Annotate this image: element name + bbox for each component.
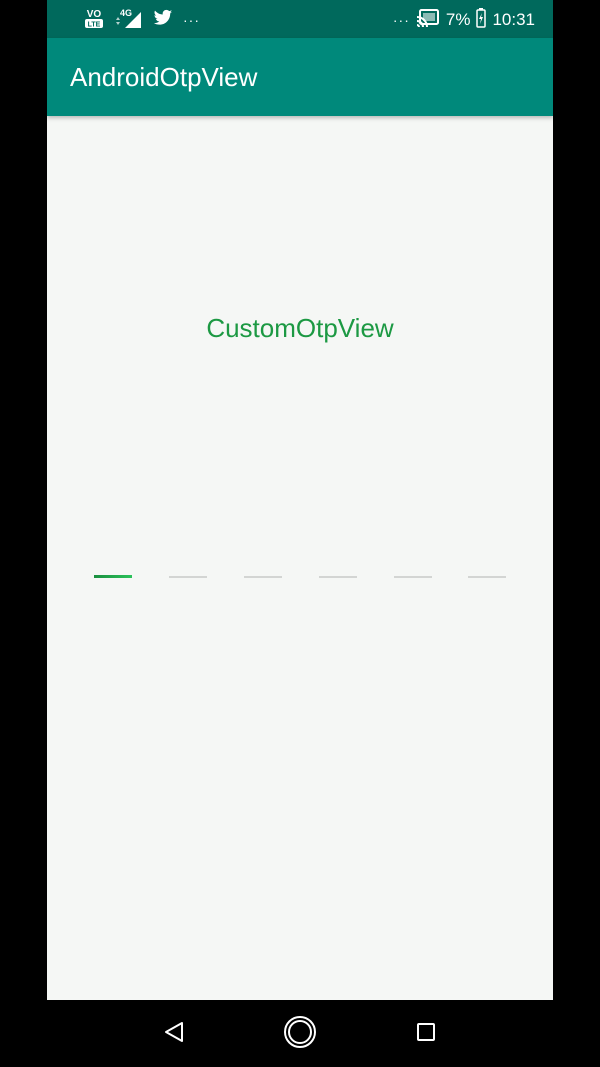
back-icon xyxy=(162,1020,186,1049)
twitter-icon xyxy=(153,9,173,32)
otp-input-row[interactable] xyxy=(94,564,506,592)
otp-digit-3[interactable] xyxy=(244,564,282,592)
otp-underline-4 xyxy=(319,576,357,578)
otp-underline-2 xyxy=(169,576,207,578)
svg-text:4G: 4G xyxy=(120,8,132,18)
home-icon xyxy=(282,1014,318,1055)
svg-text:LTE: LTE xyxy=(88,21,101,28)
otp-underline-5 xyxy=(394,576,432,578)
battery-icon xyxy=(476,7,487,33)
status-left-icons: VO LTE 4G ··· xyxy=(83,8,200,32)
home-button[interactable] xyxy=(280,1014,320,1054)
status-overflow-right: ··· xyxy=(392,12,410,28)
otp-underline-6 xyxy=(468,576,506,578)
status-right-icons: ··· 7% 10:31 xyxy=(392,7,535,33)
status-bar: VO LTE 4G ··· ··· 7% 10:31 xyxy=(47,0,553,38)
app-bar: AndroidOtpView xyxy=(47,38,553,116)
svg-text:VO: VO xyxy=(87,9,102,20)
custom-otp-view-label: CustomOtpView xyxy=(206,313,394,343)
recents-icon xyxy=(415,1021,437,1048)
cast-icon xyxy=(416,8,440,33)
otp-underline-1 xyxy=(94,575,132,578)
status-overflow-left: ··· xyxy=(183,12,200,28)
otp-digit-6[interactable] xyxy=(468,564,506,592)
battery-percent: 7% xyxy=(445,10,471,29)
otp-digit-5[interactable] xyxy=(394,564,432,592)
signal-icon: 4G xyxy=(115,6,143,35)
app-screen: VO LTE 4G ··· ··· 7% 10:31 AndroidOtpVie… xyxy=(47,0,553,1000)
navigation-bar xyxy=(0,1000,600,1067)
clock: 10:31 xyxy=(492,10,535,29)
volte-icon: VO LTE xyxy=(83,6,105,35)
recents-button[interactable] xyxy=(406,1014,446,1054)
otp-digit-1[interactable] xyxy=(94,564,132,592)
app-title: AndroidOtpView xyxy=(70,62,258,92)
otp-underline-3 xyxy=(244,576,282,578)
otp-digit-2[interactable] xyxy=(169,564,207,592)
otp-digit-4[interactable] xyxy=(319,564,357,592)
back-button[interactable] xyxy=(154,1014,194,1054)
